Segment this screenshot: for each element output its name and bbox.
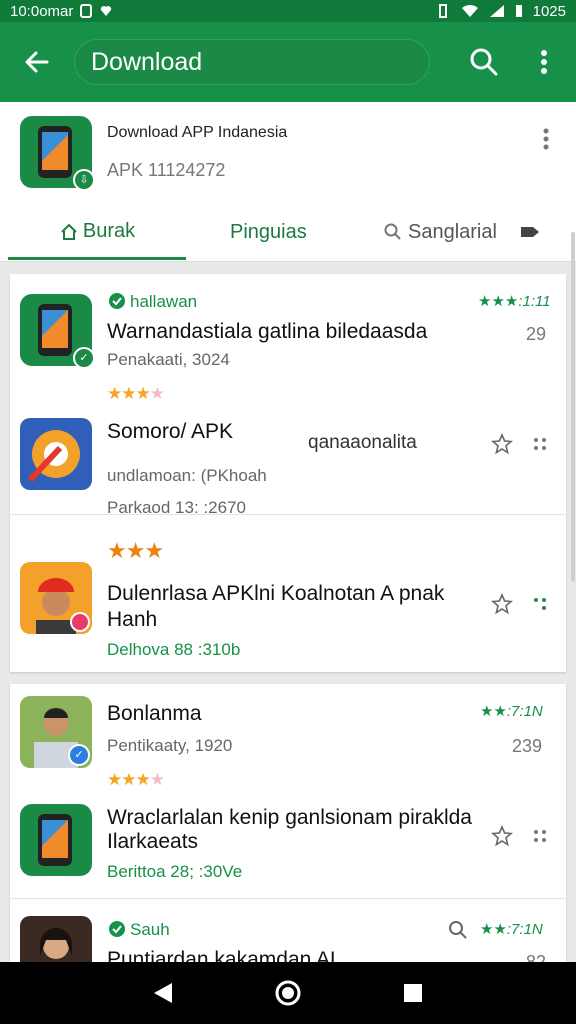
- star-outline-icon: [491, 593, 513, 615]
- more-vertical-icon: [541, 50, 547, 74]
- triangle-back-icon: [153, 983, 172, 1003]
- drag-handle-icon[interactable]: [530, 434, 550, 454]
- item-title: Somoro/ APK: [107, 420, 234, 443]
- status-time: 10:0omar: [10, 2, 74, 20]
- status-bar: 10:0omar 1025: [0, 0, 576, 22]
- vibrate-icon: [438, 4, 447, 18]
- tab-label: Sanglarial: [408, 220, 497, 243]
- item-rating: ★★:7:1N: [480, 703, 543, 720]
- tab-bar: Burak Pinguias Sanglarial: [0, 206, 576, 262]
- divider: [10, 514, 566, 515]
- favorite-badge-icon: [70, 612, 90, 632]
- favorite-button[interactable]: [488, 822, 516, 850]
- item-footer: Delhova 88 :310b: [107, 640, 241, 659]
- tab-sanglarial[interactable]: Sanglarial: [384, 206, 541, 258]
- home-icon: [61, 223, 77, 240]
- wifi-icon: [461, 4, 478, 17]
- download-badge-icon: ⇩: [73, 169, 95, 191]
- star-outline-icon: [491, 825, 513, 847]
- back-button[interactable]: [0, 22, 74, 102]
- app-logo-icon: [27, 430, 80, 483]
- item-tag: hallawan: [130, 292, 198, 311]
- square-recents-icon: [404, 984, 423, 1002]
- item-meta: Penakaati, 3024: [107, 350, 230, 369]
- drag-handle-icon[interactable]: [530, 594, 550, 614]
- divider: [10, 898, 566, 899]
- search-text: Download: [91, 47, 203, 76]
- scrollbar[interactable]: [571, 232, 575, 582]
- label-arrow-icon: [520, 227, 539, 237]
- nav-back-button[interactable]: [145, 975, 181, 1011]
- search-input[interactable]: Download: [74, 39, 430, 85]
- item-footer: Parkaod 13: :2670: [107, 498, 246, 517]
- signal-icon: [489, 5, 504, 17]
- system-nav-bar: [0, 962, 576, 1024]
- item-title-line2: Ilarkaeats: [107, 830, 199, 853]
- tab-pinguias[interactable]: Pinguias: [230, 206, 307, 258]
- star-rating: ★★★★: [107, 770, 165, 789]
- item-count: 239: [512, 736, 543, 756]
- item-rating: ★★★:1:11: [478, 293, 551, 310]
- tab-label: Pinguias: [230, 220, 307, 243]
- search-icon[interactable]: [448, 920, 468, 940]
- circle-home-icon: [275, 980, 301, 1006]
- item-title-line2: Hanh: [107, 608, 158, 631]
- status-battery: 1025: [532, 2, 566, 20]
- verified-icon: [109, 293, 125, 309]
- heart-icon: [101, 6, 112, 16]
- item-avatar: ✓: [20, 696, 92, 768]
- page-title: Download APP Indanesia: [107, 124, 288, 141]
- item-rating: ★★:7:1N: [480, 921, 543, 938]
- item-subtitle: qanaaonalita: [308, 432, 417, 453]
- item-title: Bonlanma: [107, 702, 202, 725]
- item-tag: Sauh: [130, 920, 170, 939]
- search-icon: [384, 223, 401, 240]
- item-title-line1: Wraclarlalan kenip ganlsionam piraklda: [107, 806, 472, 829]
- tab-burak[interactable]: Burak: [8, 206, 186, 260]
- verified-icon: [109, 921, 125, 937]
- item-icon: ✓: [20, 294, 95, 369]
- item-icon: [20, 804, 92, 876]
- item-meta: Pentikaaty, 1920: [107, 736, 233, 755]
- favorite-button[interactable]: [488, 590, 516, 618]
- app-icon: ⇩: [20, 116, 95, 191]
- star-rating: ★★★★: [107, 384, 165, 403]
- item-footer: Berittoa 28; :30Ve: [107, 862, 243, 881]
- tab-label: Burak: [82, 220, 136, 242]
- nav-recents-button[interactable]: [395, 975, 431, 1011]
- item-icon: [20, 418, 92, 490]
- drag-handle-icon[interactable]: [530, 826, 550, 846]
- star-rating: ★★★: [107, 538, 164, 563]
- item-count: 29: [526, 324, 547, 344]
- more-options-button[interactable]: [522, 40, 566, 84]
- item-title: Warnandastiala gatlina biledaasda: [107, 320, 428, 343]
- verified-badge-icon: ✓: [68, 744, 90, 766]
- item-avatar: [20, 562, 92, 634]
- item-title-line1: Dulenrlasa APKlni Koalnotan A pnak: [107, 582, 445, 605]
- arrow-left-icon: [25, 51, 49, 73]
- favorite-button[interactable]: [488, 430, 516, 458]
- verified-badge-icon: ✓: [73, 347, 95, 369]
- notification-icon: [80, 4, 93, 18]
- search-button[interactable]: [462, 40, 506, 84]
- app-bar: Download: [0, 22, 576, 102]
- item-meta: undlamoan: (PKhoah: [107, 466, 267, 485]
- more-vertical-icon: [543, 128, 549, 150]
- battery-icon: [515, 5, 522, 17]
- header-menu-button[interactable]: [532, 124, 560, 154]
- star-outline-icon: [491, 433, 513, 455]
- app-version: APK 11124272: [107, 160, 226, 180]
- search-icon: [470, 48, 498, 76]
- nav-home-button[interactable]: [270, 975, 306, 1011]
